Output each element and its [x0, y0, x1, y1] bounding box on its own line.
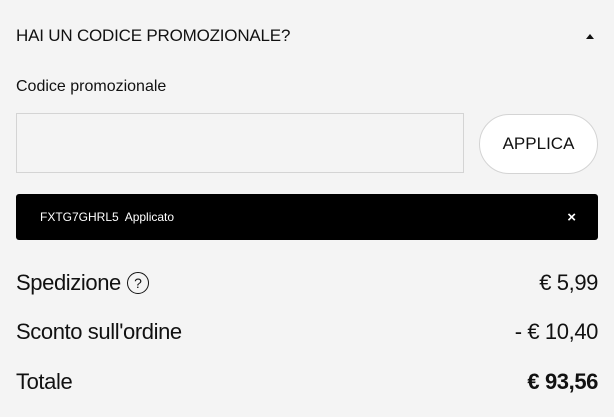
shipping-value: € 5,99 [539, 270, 598, 295]
applied-code-banner: FXTG7GHRL5 Applicato × [16, 194, 598, 240]
discount-row: Sconto sull'ordine - € 10,40 [16, 314, 598, 350]
applied-code: FXTG7GHRL5 [40, 210, 119, 224]
close-icon[interactable]: × [567, 210, 576, 225]
total-value: € 93,56 [527, 369, 598, 394]
shipping-label: Spedizione [16, 270, 121, 295]
promo-code-label: Codice promozionale [16, 78, 167, 95]
applied-code-info: FXTG7GHRL5 Applicato [40, 208, 174, 226]
discount-label: Sconto sull'ordine [16, 319, 182, 344]
apply-button[interactable]: APPLICA [479, 114, 598, 174]
shipping-label-group: Spedizione ? [16, 270, 149, 296]
shipping-row: Spedizione ? € 5,99 [16, 265, 598, 301]
promo-header-title: HAI UN CODICE PROMOZIONALE? [16, 26, 291, 45]
applied-status: Applicato [124, 210, 175, 224]
promo-accordion-header[interactable]: HAI UN CODICE PROMOZIONALE? [16, 18, 598, 54]
total-label: Totale [16, 369, 73, 394]
help-icon[interactable]: ? [126, 272, 149, 294]
discount-value: - € 10,40 [514, 319, 599, 344]
total-row: Totale € 93,56 [16, 364, 598, 400]
promo-code-input[interactable] [16, 113, 464, 173]
chevron-up-icon[interactable] [586, 33, 594, 39]
promo-summary-panel: HAI UN CODICE PROMOZIONALE? Codice promo… [0, 0, 614, 417]
